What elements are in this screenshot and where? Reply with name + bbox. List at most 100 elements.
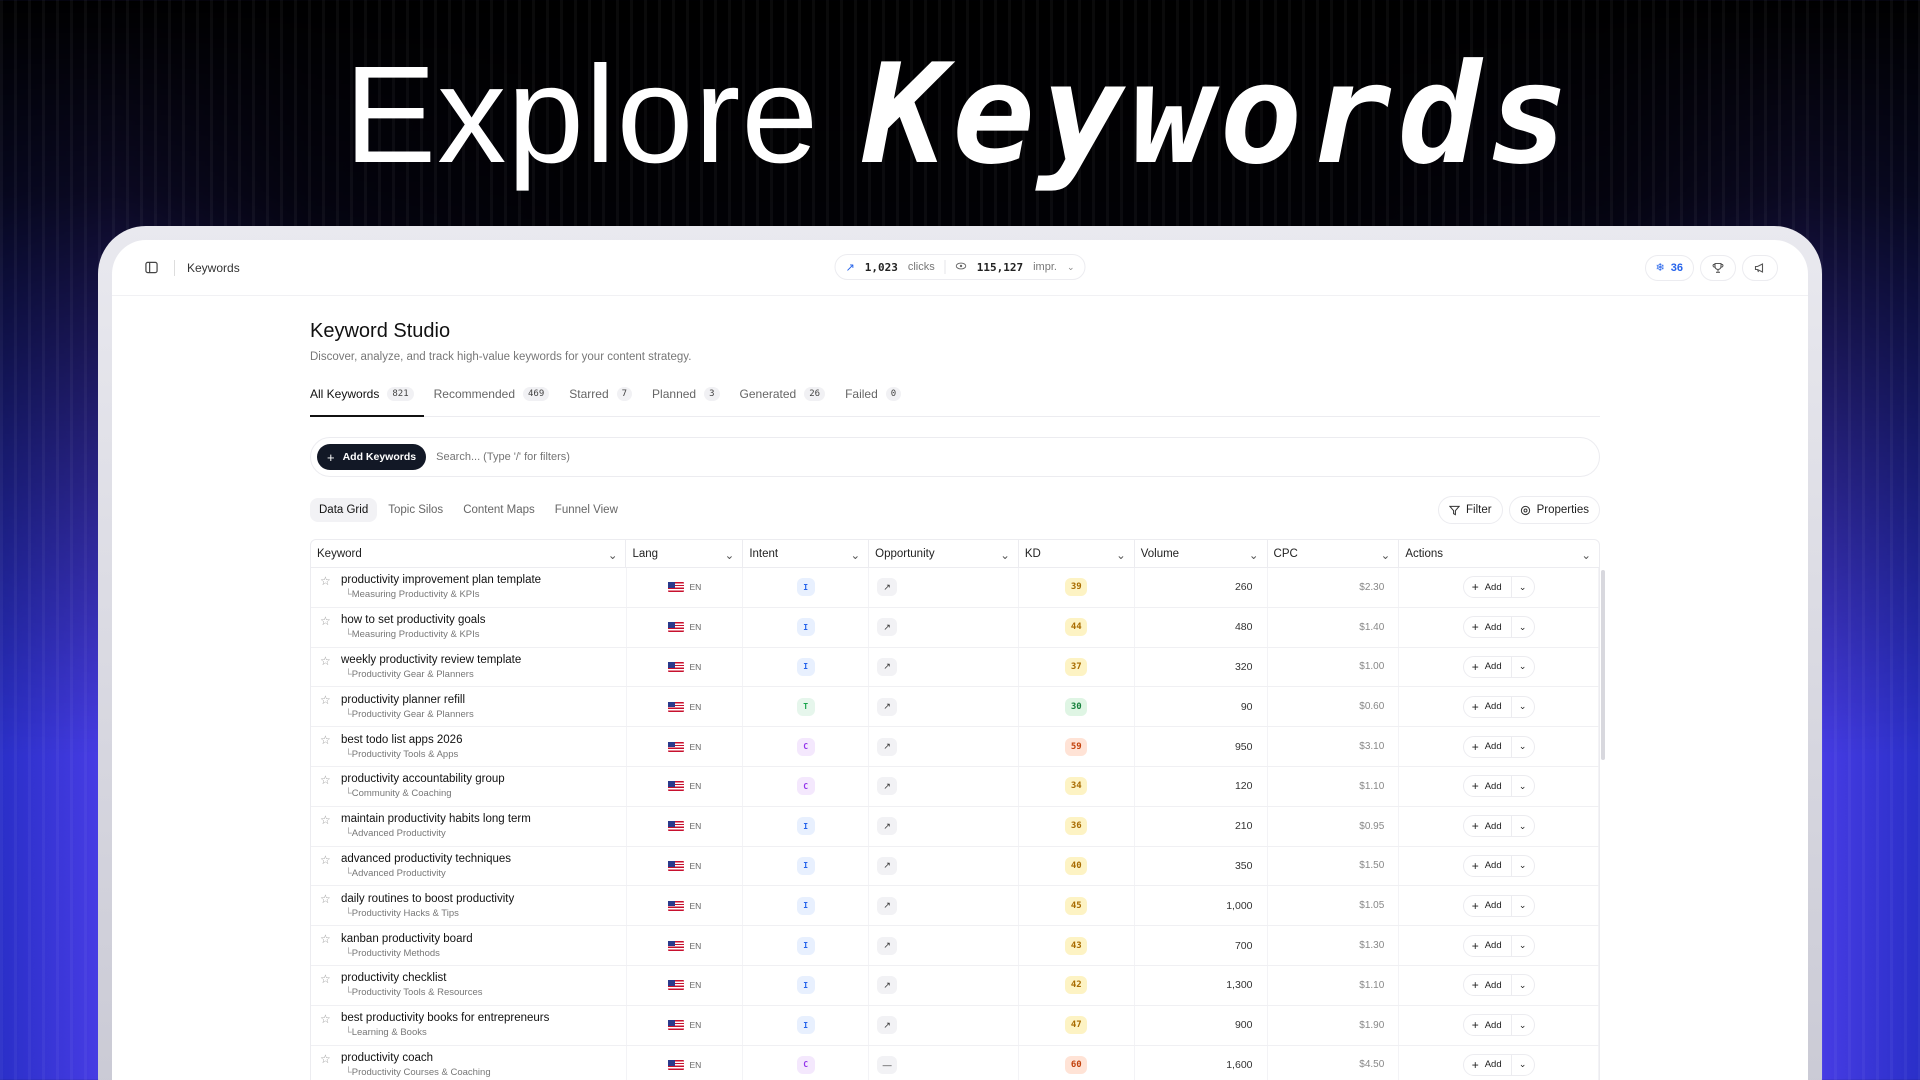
star-icon[interactable]: ☆ (320, 1012, 331, 1026)
row-add-dropdown[interactable]: ⌄ (1512, 936, 1534, 956)
tab-starred[interactable]: Starred 7 (569, 387, 642, 416)
star-icon[interactable]: ☆ (320, 654, 331, 668)
credits-button[interactable]: ❄ 36 (1644, 254, 1694, 281)
row-add-dropdown[interactable]: ⌄ (1512, 577, 1534, 597)
star-icon[interactable]: ☆ (320, 932, 331, 946)
tab-failed[interactable]: Failed 0 (845, 387, 911, 416)
table-row[interactable]: ☆ weekly productivity review template Pr… (311, 647, 1599, 688)
star-icon[interactable]: ☆ (320, 813, 331, 827)
view-tab-topic-silos[interactable]: Topic Silos (379, 498, 452, 522)
row-add-button[interactable]: + Add (1464, 656, 1512, 677)
keyword-name[interactable]: productivity accountability group (341, 773, 505, 785)
row-add-button[interactable]: + Add (1464, 617, 1512, 638)
tab-recommended[interactable]: Recommended 469 (434, 387, 560, 416)
lang-cell: EN (627, 766, 744, 806)
stats-summary[interactable]: ↗ 1,023 clicks 115,127 impr. ⌄ (834, 254, 1086, 280)
column-header-actions[interactable]: Actions ⌄ (1399, 540, 1599, 567)
add-keywords-button[interactable]: + Add Keywords (317, 444, 427, 470)
volume-cell: 1,300 (1135, 965, 1268, 1005)
tab-planned[interactable]: Planned 3 (652, 387, 729, 416)
trophy-button[interactable] (1700, 254, 1736, 281)
search-input[interactable] (436, 451, 1593, 463)
tab-all-keywords[interactable]: All Keywords 821 (310, 387, 424, 417)
keyword-name[interactable]: weekly productivity review template (341, 654, 521, 666)
row-add-dropdown[interactable]: ⌄ (1512, 975, 1534, 995)
column-header-keyword[interactable]: Keyword ⌄ (311, 540, 627, 567)
star-icon[interactable]: ☆ (320, 693, 331, 707)
row-add-button[interactable]: + Add (1464, 1054, 1512, 1075)
keyword-name[interactable]: productivity checklist (341, 972, 446, 984)
row-add-dropdown[interactable]: ⌄ (1512, 1055, 1534, 1075)
row-add-dropdown[interactable]: ⌄ (1512, 776, 1534, 796)
view-tab-content-maps[interactable]: Content Maps (454, 498, 544, 522)
keyword-name[interactable]: advanced productivity techniques (341, 853, 511, 865)
row-add-button[interactable]: + Add (1464, 935, 1512, 956)
row-add-button[interactable]: + Add (1464, 975, 1512, 996)
table-row[interactable]: ☆ how to set productivity goals Measurin… (311, 607, 1599, 648)
row-add-dropdown[interactable]: ⌄ (1512, 896, 1534, 916)
star-icon[interactable]: ☆ (320, 853, 331, 867)
keyword-name[interactable]: maintain productivity habits long term (341, 813, 531, 825)
announcements-button[interactable] (1742, 254, 1778, 281)
sidebar-toggle-icon[interactable] (140, 257, 162, 279)
star-icon[interactable]: ☆ (320, 733, 331, 747)
row-add-button[interactable]: + Add (1464, 577, 1512, 598)
keyword-name[interactable]: how to set productivity goals (341, 614, 485, 626)
table-row[interactable]: ☆ maintain productivity habits long term… (311, 806, 1599, 847)
keyword-name[interactable]: best productivity books for entrepreneur… (341, 1012, 549, 1024)
star-icon[interactable]: ☆ (320, 892, 331, 906)
table-row[interactable]: ☆ best todo list apps 2026 Productivity … (311, 727, 1599, 767)
view-tab-data-grid[interactable]: Data Grid (310, 498, 378, 522)
table-row[interactable]: ☆ best productivity books for entreprene… (311, 1005, 1599, 1046)
column-header-kd[interactable]: KD ⌄ (1019, 540, 1135, 567)
table-row[interactable]: ☆ productivity coach Productivity Course… (311, 1045, 1599, 1080)
column-header-lang[interactable]: Lang ⌄ (626, 540, 744, 567)
star-icon[interactable]: ☆ (320, 1052, 331, 1066)
table-row[interactable]: ☆ productivity planner refill Productivi… (311, 687, 1599, 728)
filter-button[interactable]: Filter (1438, 496, 1503, 524)
keyword-name[interactable]: productivity improvement plan template (341, 574, 541, 586)
column-header-cpc[interactable]: CPC ⌄ (1268, 540, 1400, 567)
table-row[interactable]: ☆ kanban productivity board Productivity… (311, 926, 1599, 966)
row-add-dropdown[interactable]: ⌄ (1512, 1015, 1534, 1035)
row-add-button[interactable]: + Add (1464, 736, 1512, 757)
keyword-name[interactable]: best todo list apps 2026 (341, 734, 462, 746)
table-row[interactable]: ☆ productivity improvement plan template… (311, 568, 1599, 608)
breadcrumb[interactable]: Keywords (187, 261, 240, 275)
row-add-dropdown[interactable]: ⌄ (1512, 856, 1534, 876)
row-add-button[interactable]: + Add (1464, 1015, 1512, 1036)
row-add-button[interactable]: + Add (1464, 696, 1512, 717)
table-row[interactable]: ☆ advanced productivity techniques Advan… (311, 846, 1599, 887)
star-icon[interactable]: ☆ (320, 574, 331, 588)
column-header-intent[interactable]: Intent ⌄ (743, 540, 870, 567)
row-add-button[interactable]: + Add (1464, 816, 1512, 837)
keyword-name[interactable]: daily routines to boost productivity (341, 893, 514, 905)
column-header-volume[interactable]: Volume ⌄ (1135, 540, 1268, 567)
grid-scrollbar[interactable] (1601, 570, 1605, 760)
chevron-down-icon: ⌄ (1518, 1019, 1527, 1030)
lang-code: EN (689, 980, 702, 991)
star-icon[interactable]: ☆ (320, 773, 331, 787)
row-add-button[interactable]: + Add (1464, 855, 1512, 876)
star-icon[interactable]: ☆ (320, 614, 331, 628)
row-add-dropdown[interactable]: ⌄ (1512, 697, 1534, 717)
row-add-button[interactable]: + Add (1464, 776, 1512, 797)
row-add-dropdown[interactable]: ⌄ (1512, 737, 1534, 757)
tab-generated[interactable]: Generated 26 (740, 387, 836, 416)
row-add-button[interactable]: + Add (1464, 895, 1512, 916)
trend-up-icon: ↗ (877, 896, 898, 915)
row-add-dropdown[interactable]: ⌄ (1512, 617, 1534, 637)
row-add-dropdown[interactable]: ⌄ (1512, 816, 1534, 836)
keyword-name[interactable]: kanban productivity board (341, 933, 473, 945)
table-row[interactable]: ☆ productivity checklist Productivity To… (311, 965, 1599, 1006)
keyword-name[interactable]: productivity planner refill (341, 694, 465, 706)
us-flag-icon (667, 701, 684, 712)
view-tab-funnel-view[interactable]: Funnel View (546, 498, 627, 522)
table-row[interactable]: ☆ daily routines to boost productivity P… (311, 886, 1599, 927)
star-icon[interactable]: ☆ (320, 972, 331, 986)
column-header-opportunity[interactable]: Opportunity ⌄ (869, 540, 1019, 567)
keyword-name[interactable]: productivity coach (341, 1052, 433, 1064)
table-row[interactable]: ☆ productivity accountability group Comm… (311, 766, 1599, 807)
properties-button[interactable]: Properties (1508, 496, 1600, 524)
row-add-dropdown[interactable]: ⌄ (1512, 657, 1534, 677)
